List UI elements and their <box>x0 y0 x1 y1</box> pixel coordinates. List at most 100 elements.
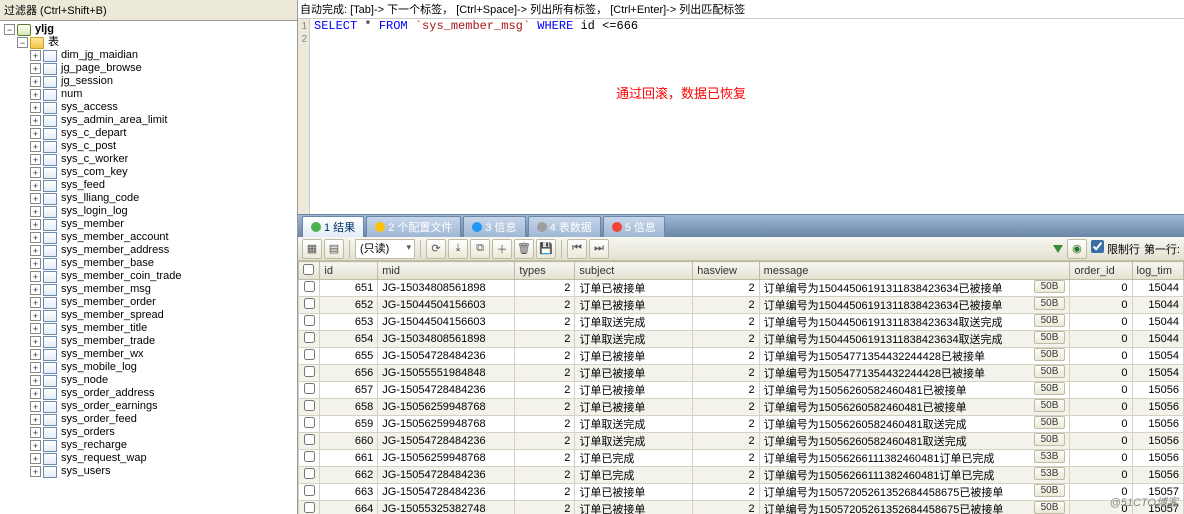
cell[interactable]: 订单已被接单 <box>575 501 693 514</box>
cell[interactable]: 2 <box>515 297 575 314</box>
tree-item-sys_com_key[interactable]: +sys_com_key <box>4 166 297 179</box>
tree-item-sys_order_address[interactable]: +sys_order_address <box>4 387 297 400</box>
cell[interactable]: JG-15056259948768 <box>378 399 515 416</box>
cell[interactable]: 15056 <box>1132 433 1183 450</box>
cell[interactable]: 订单已被接单 <box>575 348 693 365</box>
cell[interactable]: 654 <box>320 331 378 348</box>
row-check[interactable] <box>304 281 315 292</box>
tree-item-sys_admin_area_limit[interactable]: +sys_admin_area_limit <box>4 114 297 127</box>
tree-item-sys_feed[interactable]: +sys_feed <box>4 179 297 192</box>
tree-item-sys_c_depart[interactable]: +sys_c_depart <box>4 127 297 140</box>
cell[interactable]: 651 <box>320 280 378 297</box>
cell[interactable]: 订单编号为15056260582460481取送完成50B <box>759 416 1070 433</box>
cell[interactable]: 订单编号为15057205261352684458675已被接单50B <box>759 501 1070 514</box>
tree-toggle-icon[interactable]: + <box>30 245 41 256</box>
cell[interactable]: 660 <box>320 433 378 450</box>
tree-item-sys_member[interactable]: +sys_member <box>4 218 297 231</box>
cell[interactable]: 2 <box>693 467 759 484</box>
tree-item-sys_order_earnings[interactable]: +sys_order_earnings <box>4 400 297 413</box>
editor-code[interactable]: SELECT * FROM `sys_member_msg` WHERE id … <box>310 19 1184 214</box>
tree-toggle-icon[interactable]: + <box>30 193 41 204</box>
col-header-types[interactable]: types <box>515 262 575 280</box>
cell[interactable]: 2 <box>515 365 575 382</box>
table-row[interactable]: 657JG-150547284842362订单已被接单2订单编号为1505626… <box>299 382 1184 399</box>
cell[interactable]: 0 <box>1070 280 1132 297</box>
cell[interactable]: 0 <box>1070 331 1132 348</box>
row-check[interactable] <box>304 485 315 496</box>
cell[interactable]: 659 <box>320 416 378 433</box>
tree-toggle-icon[interactable]: + <box>30 115 41 126</box>
tree-toggle-icon[interactable]: + <box>30 141 41 152</box>
tree-toggle-icon[interactable]: + <box>30 284 41 295</box>
cell[interactable]: 0 <box>1070 382 1132 399</box>
tree-item-sys_login_log[interactable]: +sys_login_log <box>4 205 297 218</box>
cell[interactable]: 2 <box>515 382 575 399</box>
cell[interactable]: 2 <box>693 382 759 399</box>
cell[interactable]: 订单编号为15056266111382460481订单已完成53B <box>759 467 1070 484</box>
tree-toggle-icon[interactable]: − <box>17 37 28 48</box>
tree-item-sys_c_post[interactable]: +sys_c_post <box>4 140 297 153</box>
tree-item-sys_member_wx[interactable]: +sys_member_wx <box>4 348 297 361</box>
tree-toggle-icon[interactable]: + <box>30 362 41 373</box>
tree-toggle-icon[interactable]: + <box>30 232 41 243</box>
cell[interactable]: 订单已被接单 <box>575 399 693 416</box>
col-header-log_tim[interactable]: log_tim <box>1132 262 1183 280</box>
table-row[interactable]: 661JG-150562599487682订单已完成2订单编号为15056266… <box>299 450 1184 467</box>
cell[interactable]: 订单已被接单 <box>575 280 693 297</box>
tree-view[interactable]: −yljg−表+dim_jg_maidian+jg_page_browse+jg… <box>0 21 297 514</box>
table-row[interactable]: 652JG-150445041566032订单已被接单2订单编号为1504450… <box>299 297 1184 314</box>
tree-item-sys_member_msg[interactable]: +sys_member_msg <box>4 283 297 296</box>
cell[interactable]: 订单已被接单 <box>575 365 693 382</box>
col-header-mid[interactable]: mid <box>378 262 515 280</box>
tree-item-sys_member_spread[interactable]: +sys_member_spread <box>4 309 297 322</box>
cell[interactable]: 订单取送完成 <box>575 433 693 450</box>
cell[interactable]: 2 <box>693 297 759 314</box>
cell[interactable]: 2 <box>515 331 575 348</box>
cell[interactable]: 653 <box>320 314 378 331</box>
tree-item-yljg[interactable]: −yljg <box>4 23 297 36</box>
tab-3[interactable]: 4 表数据 <box>528 216 601 237</box>
cell[interactable]: 订单编号为15044506191311838423634取送完成50B <box>759 331 1070 348</box>
tree-item-num[interactable]: +num <box>4 88 297 101</box>
cell[interactable]: JG-15054728484236 <box>378 484 515 501</box>
result-grid-wrap[interactable]: idmidtypessubjecthasviewmessageorder_idl… <box>298 261 1184 514</box>
table-row[interactable]: 664JG-150553253827482订单已被接单2订单编号为1505720… <box>299 501 1184 514</box>
cell[interactable]: 2 <box>693 450 759 467</box>
tree-item-sys_request_wap[interactable]: +sys_request_wap <box>4 452 297 465</box>
cell[interactable]: 656 <box>320 365 378 382</box>
copy-icon[interactable]: ⧉ <box>470 239 490 259</box>
cell[interactable]: JG-15055551984848 <box>378 365 515 382</box>
readonly-dropdown[interactable]: (只读) <box>355 239 415 259</box>
row-check[interactable] <box>304 349 315 360</box>
refresh-icon[interactable]: ⟳ <box>426 239 446 259</box>
tree-toggle-icon[interactable]: + <box>30 323 41 334</box>
cell[interactable]: 订单已完成 <box>575 467 693 484</box>
col-header-subject[interactable]: subject <box>575 262 693 280</box>
tree-toggle-icon[interactable]: + <box>30 63 41 74</box>
limit-rows-check[interactable]: 限制行 <box>1091 240 1140 257</box>
table-row[interactable]: 662JG-150547284842362订单已完成2订单编号为15056266… <box>299 467 1184 484</box>
cell[interactable]: 663 <box>320 484 378 501</box>
cell[interactable]: 0 <box>1070 433 1132 450</box>
first-icon[interactable]: ⏮ <box>567 239 587 259</box>
tree-item-sys_orders[interactable]: +sys_orders <box>4 426 297 439</box>
cell[interactable]: 2 <box>693 399 759 416</box>
tree-item-sys_member_account[interactable]: +sys_member_account <box>4 231 297 244</box>
tree-toggle-icon[interactable]: + <box>30 349 41 360</box>
cell[interactable]: 订单已完成 <box>575 450 693 467</box>
cell[interactable]: 15054 <box>1132 348 1183 365</box>
table-row[interactable]: 660JG-150547284842362订单取送完成2订单编号为1505626… <box>299 433 1184 450</box>
tree-toggle-icon[interactable]: + <box>30 50 41 61</box>
cell[interactable]: 2 <box>515 348 575 365</box>
cell[interactable]: JG-15034808561898 <box>378 280 515 297</box>
table-row[interactable]: 659JG-150562599487682订单取送完成2订单编号为1505626… <box>299 416 1184 433</box>
sql-editor[interactable]: 1 2 SELECT * FROM `sys_member_msg` WHERE… <box>298 19 1184 215</box>
row-check[interactable] <box>304 332 315 343</box>
tree-item-sys_order_feed[interactable]: +sys_order_feed <box>4 413 297 426</box>
tree-toggle-icon[interactable]: + <box>30 440 41 451</box>
result-grid[interactable]: idmidtypessubjecthasviewmessageorder_idl… <box>298 261 1184 514</box>
cell[interactable]: 2 <box>515 280 575 297</box>
cell[interactable]: 15044 <box>1132 280 1183 297</box>
settings-icon[interactable]: ◉ <box>1067 239 1087 259</box>
cell[interactable]: 订单编号为15056260582460481已被接单50B <box>759 382 1070 399</box>
